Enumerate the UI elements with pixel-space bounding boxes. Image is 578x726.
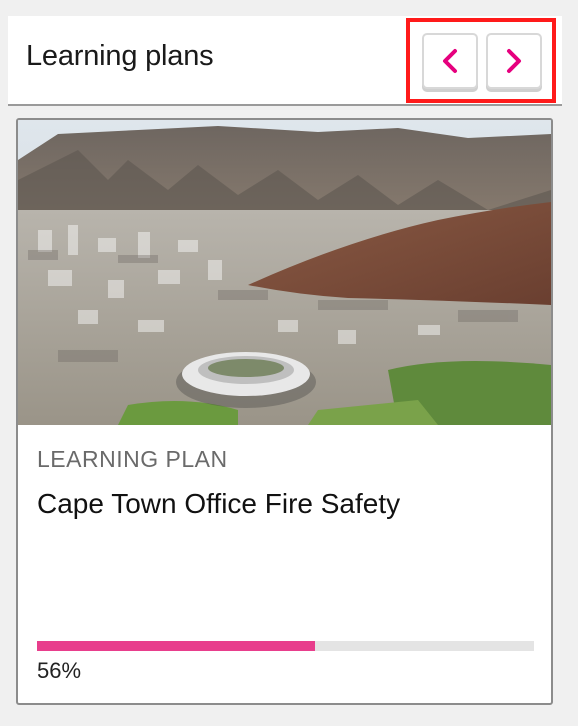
- previous-button[interactable]: [422, 33, 478, 89]
- learning-plan-card[interactable]: LEARNING PLAN Cape Town Office Fire Safe…: [16, 118, 553, 705]
- card-image: [18, 120, 551, 425]
- progress-percentage: 56%: [37, 658, 82, 683]
- chevron-right-icon: [507, 49, 521, 73]
- section-title: Learning plans: [26, 40, 214, 72]
- progress-fill: [37, 641, 316, 651]
- card-type-label: LEARNING PLAN: [37, 446, 228, 472]
- chevron-left-icon: [443, 49, 457, 73]
- card-title[interactable]: Cape Town Office Fire Safety: [37, 488, 400, 520]
- learning-plans-header: Learning plans: [8, 16, 562, 106]
- progress-bar: [37, 641, 534, 651]
- next-button[interactable]: [486, 33, 542, 89]
